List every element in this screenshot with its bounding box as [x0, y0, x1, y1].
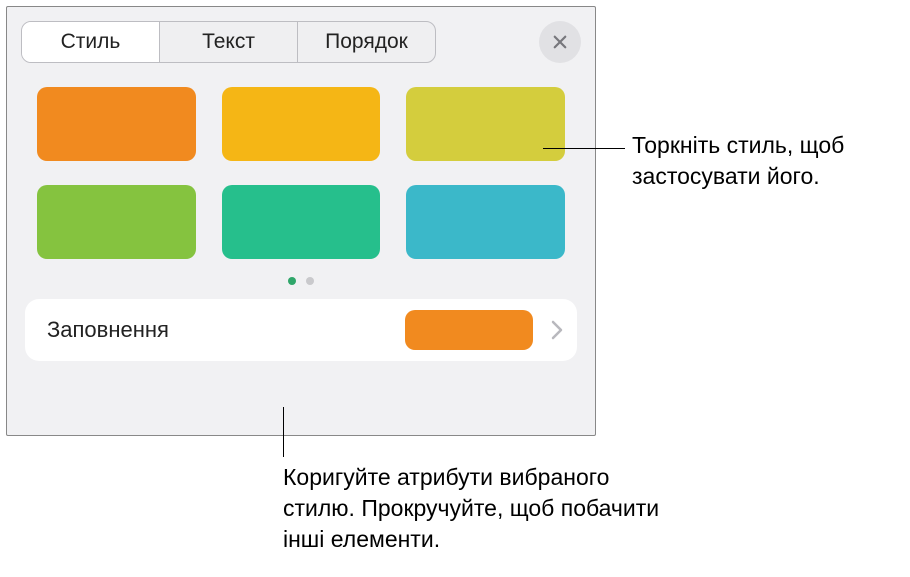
tabs-row: Стиль Текст Порядок — [7, 7, 595, 73]
style-swatch[interactable] — [37, 87, 196, 161]
style-swatch[interactable] — [37, 185, 196, 259]
page-dot[interactable] — [306, 277, 314, 285]
fill-row[interactable]: Заповнення — [25, 299, 577, 361]
style-swatch-grid — [7, 73, 595, 263]
tab-order[interactable]: Порядок — [298, 22, 435, 62]
callout-bottom: Коригуйте атрибути вибраного стилю. Прок… — [283, 462, 683, 555]
style-swatch[interactable] — [222, 87, 381, 161]
callout-line — [543, 148, 625, 149]
tab-text[interactable]: Текст — [160, 22, 298, 62]
callout-line — [283, 407, 284, 457]
style-swatch[interactable] — [406, 185, 565, 259]
fill-label: Заповнення — [47, 317, 405, 343]
fill-color-swatch — [405, 310, 533, 350]
tab-order-label: Порядок — [325, 30, 408, 54]
close-button[interactable] — [539, 21, 581, 63]
page-dots — [7, 277, 595, 285]
tab-style-label: Стиль — [61, 30, 121, 54]
tab-text-label: Текст — [202, 30, 255, 54]
chevron-right-icon — [551, 320, 563, 340]
tab-style[interactable]: Стиль — [22, 22, 160, 62]
format-panel: Стиль Текст Порядок Заповнення — [6, 6, 596, 436]
style-swatch[interactable] — [406, 87, 565, 161]
callout-top: Торкніть стиль, щоб застосувати його. — [632, 130, 902, 192]
tabs: Стиль Текст Порядок — [21, 21, 436, 63]
page-dot[interactable] — [288, 277, 296, 285]
close-icon — [551, 33, 569, 51]
style-swatch[interactable] — [222, 185, 381, 259]
